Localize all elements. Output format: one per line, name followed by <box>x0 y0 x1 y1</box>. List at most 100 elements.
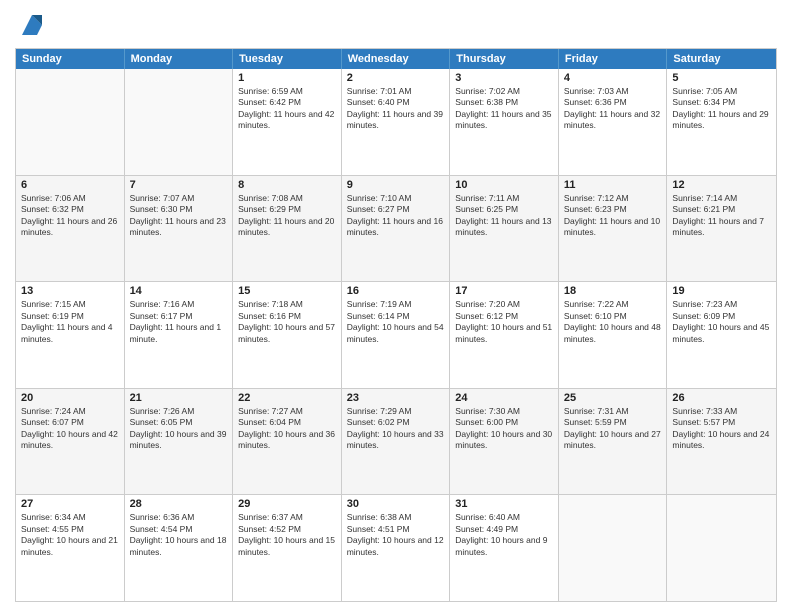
weekday-header: Saturday <box>667 49 776 69</box>
cell-info: Sunrise: 7:06 AMSunset: 6:32 PMDaylight:… <box>21 193 119 239</box>
calendar-cell: 2 Sunrise: 7:01 AMSunset: 6:40 PMDaylight… <box>342 69 451 175</box>
weekday-header: Friday <box>559 49 668 69</box>
calendar-cell: 15 Sunrise: 7:18 AMSunset: 6:16 PMDayligh… <box>233 282 342 388</box>
calendar-cell: 16 Sunrise: 7:19 AMSunset: 6:14 PMDayligh… <box>342 282 451 388</box>
calendar-header: SundayMondayTuesdayWednesdayThursdayFrid… <box>16 49 776 69</box>
day-number: 25 <box>564 392 662 404</box>
calendar-cell: 27 Sunrise: 6:34 AMSunset: 4:55 PMDayligh… <box>16 495 125 601</box>
day-number: 22 <box>238 392 336 404</box>
calendar-cell: 21 Sunrise: 7:26 AMSunset: 6:05 PMDayligh… <box>125 389 234 495</box>
cell-info: Sunrise: 7:12 AMSunset: 6:23 PMDaylight:… <box>564 193 662 239</box>
day-number: 6 <box>21 179 119 191</box>
cell-info: Sunrise: 7:05 AMSunset: 6:34 PMDaylight:… <box>672 86 771 132</box>
calendar-cell: 20Sunrise: 7:24 AMSunset: 6:07 PMDayligh… <box>16 389 125 495</box>
calendar-cell <box>559 495 668 601</box>
cell-info: Sunrise: 7:19 AMSunset: 6:14 PMDaylight:… <box>347 299 445 345</box>
day-number: 29 <box>238 498 336 510</box>
cell-info: Sunrise: 7:11 AMSunset: 6:25 PMDaylight:… <box>455 193 553 239</box>
calendar-cell: 4 Sunrise: 7:03 AMSunset: 6:36 PMDaylight… <box>559 69 668 175</box>
calendar-row: 13Sunrise: 7:15 AMSunset: 6:19 PMDayligh… <box>16 281 776 388</box>
calendar-cell: 12 Sunrise: 7:14 AMSunset: 6:21 PMDayligh… <box>667 176 776 282</box>
cell-info: Sunrise: 7:33 AMSunset: 5:57 PMDaylight:… <box>672 406 771 452</box>
day-number: 28 <box>130 498 228 510</box>
cell-info: Sunrise: 7:20 AMSunset: 6:12 PMDaylight:… <box>455 299 553 345</box>
calendar-cell: 5 Sunrise: 7:05 AMSunset: 6:34 PMDaylight… <box>667 69 776 175</box>
calendar-cell: 8 Sunrise: 7:08 AMSunset: 6:29 PMDaylight… <box>233 176 342 282</box>
weekday-header: Wednesday <box>342 49 451 69</box>
calendar-cell: 18 Sunrise: 7:22 AMSunset: 6:10 PMDayligh… <box>559 282 668 388</box>
day-number: 23 <box>347 392 445 404</box>
weekday-header: Sunday <box>16 49 125 69</box>
cell-info: Sunrise: 7:22 AMSunset: 6:10 PMDaylight:… <box>564 299 662 345</box>
calendar-cell: 6 Sunrise: 7:06 AMSunset: 6:32 PMDaylight… <box>16 176 125 282</box>
calendar-cell: 7Sunrise: 7:07 AMSunset: 6:30 PMDaylight… <box>125 176 234 282</box>
day-number: 5 <box>672 72 771 84</box>
day-number: 2 <box>347 72 445 84</box>
day-number: 26 <box>672 392 771 404</box>
calendar-cell: 10 Sunrise: 7:11 AMSunset: 6:25 PMDayligh… <box>450 176 559 282</box>
cell-info: Sunrise: 6:37 AMSunset: 4:52 PMDaylight:… <box>238 512 336 558</box>
cell-info: Sunrise: 7:30 AMSunset: 6:00 PMDaylight:… <box>455 406 553 452</box>
calendar-cell: 24Sunrise: 7:30 AMSunset: 6:00 PMDayligh… <box>450 389 559 495</box>
cell-info: Sunrise: 7:08 AMSunset: 6:29 PMDaylight:… <box>238 193 336 239</box>
calendar-body: 1 Sunrise: 6:59 AMSunset: 6:42 PMDaylight… <box>16 69 776 601</box>
cell-info: Sunrise: 6:59 AMSunset: 6:42 PMDaylight:… <box>238 86 336 132</box>
day-number: 1 <box>238 72 336 84</box>
weekday-header: Thursday <box>450 49 559 69</box>
day-number: 20 <box>21 392 119 404</box>
day-number: 14 <box>130 285 228 297</box>
page: SundayMondayTuesdayWednesdayThursdayFrid… <box>0 0 792 612</box>
day-number: 13 <box>21 285 119 297</box>
calendar-cell: 19Sunrise: 7:23 AMSunset: 6:09 PMDayligh… <box>667 282 776 388</box>
day-number: 8 <box>238 179 336 191</box>
day-number: 18 <box>564 285 662 297</box>
calendar-row: 27 Sunrise: 6:34 AMSunset: 4:55 PMDayligh… <box>16 494 776 601</box>
cell-info: Sunrise: 7:01 AMSunset: 6:40 PMDaylight:… <box>347 86 445 132</box>
weekday-header: Monday <box>125 49 234 69</box>
day-number: 12 <box>672 179 771 191</box>
cell-info: Sunrise: 7:14 AMSunset: 6:21 PMDaylight:… <box>672 193 771 239</box>
cell-info: Sunrise: 7:26 AMSunset: 6:05 PMDaylight:… <box>130 406 228 452</box>
day-number: 16 <box>347 285 445 297</box>
calendar-cell: 25 Sunrise: 7:31 AMSunset: 5:59 PMDayligh… <box>559 389 668 495</box>
day-number: 9 <box>347 179 445 191</box>
header <box>15 10 777 40</box>
day-number: 21 <box>130 392 228 404</box>
cell-info: Sunrise: 6:34 AMSunset: 4:55 PMDaylight:… <box>21 512 119 558</box>
cell-info: Sunrise: 6:36 AMSunset: 4:54 PMDaylight:… <box>130 512 228 558</box>
day-number: 19 <box>672 285 771 297</box>
calendar-row: 1 Sunrise: 6:59 AMSunset: 6:42 PMDaylight… <box>16 69 776 175</box>
calendar: SundayMondayTuesdayWednesdayThursdayFrid… <box>15 48 777 602</box>
calendar-cell: 14Sunrise: 7:16 AMSunset: 6:17 PMDayligh… <box>125 282 234 388</box>
day-number: 7 <box>130 179 228 191</box>
cell-info: Sunrise: 7:03 AMSunset: 6:36 PMDaylight:… <box>564 86 662 132</box>
day-number: 4 <box>564 72 662 84</box>
cell-info: Sunrise: 6:40 AMSunset: 4:49 PMDaylight:… <box>455 512 553 558</box>
day-number: 3 <box>455 72 553 84</box>
calendar-cell: 31 Sunrise: 6:40 AMSunset: 4:49 PMDayligh… <box>450 495 559 601</box>
calendar-cell: 30Sunrise: 6:38 AMSunset: 4:51 PMDayligh… <box>342 495 451 601</box>
day-number: 31 <box>455 498 553 510</box>
cell-info: Sunrise: 7:27 AMSunset: 6:04 PMDaylight:… <box>238 406 336 452</box>
cell-info: Sunrise: 7:31 AMSunset: 5:59 PMDaylight:… <box>564 406 662 452</box>
cell-info: Sunrise: 7:29 AMSunset: 6:02 PMDaylight:… <box>347 406 445 452</box>
logo-icon <box>17 10 47 40</box>
calendar-cell: 13Sunrise: 7:15 AMSunset: 6:19 PMDayligh… <box>16 282 125 388</box>
day-number: 15 <box>238 285 336 297</box>
calendar-cell: 28 Sunrise: 6:36 AMSunset: 4:54 PMDayligh… <box>125 495 234 601</box>
calendar-cell: 3Sunrise: 7:02 AMSunset: 6:38 PMDaylight… <box>450 69 559 175</box>
cell-info: Sunrise: 7:18 AMSunset: 6:16 PMDaylight:… <box>238 299 336 345</box>
calendar-cell: 26 Sunrise: 7:33 AMSunset: 5:57 PMDayligh… <box>667 389 776 495</box>
day-number: 27 <box>21 498 119 510</box>
calendar-cell <box>16 69 125 175</box>
weekday-header: Tuesday <box>233 49 342 69</box>
cell-info: Sunrise: 7:10 AMSunset: 6:27 PMDaylight:… <box>347 193 445 239</box>
calendar-cell <box>125 69 234 175</box>
calendar-cell: 9 Sunrise: 7:10 AMSunset: 6:27 PMDaylight… <box>342 176 451 282</box>
day-number: 10 <box>455 179 553 191</box>
calendar-cell: 29 Sunrise: 6:37 AMSunset: 4:52 PMDayligh… <box>233 495 342 601</box>
calendar-cell: 22 Sunrise: 7:27 AMSunset: 6:04 PMDayligh… <box>233 389 342 495</box>
day-number: 11 <box>564 179 662 191</box>
calendar-row: 20Sunrise: 7:24 AMSunset: 6:07 PMDayligh… <box>16 388 776 495</box>
calendar-cell: 17Sunrise: 7:20 AMSunset: 6:12 PMDayligh… <box>450 282 559 388</box>
